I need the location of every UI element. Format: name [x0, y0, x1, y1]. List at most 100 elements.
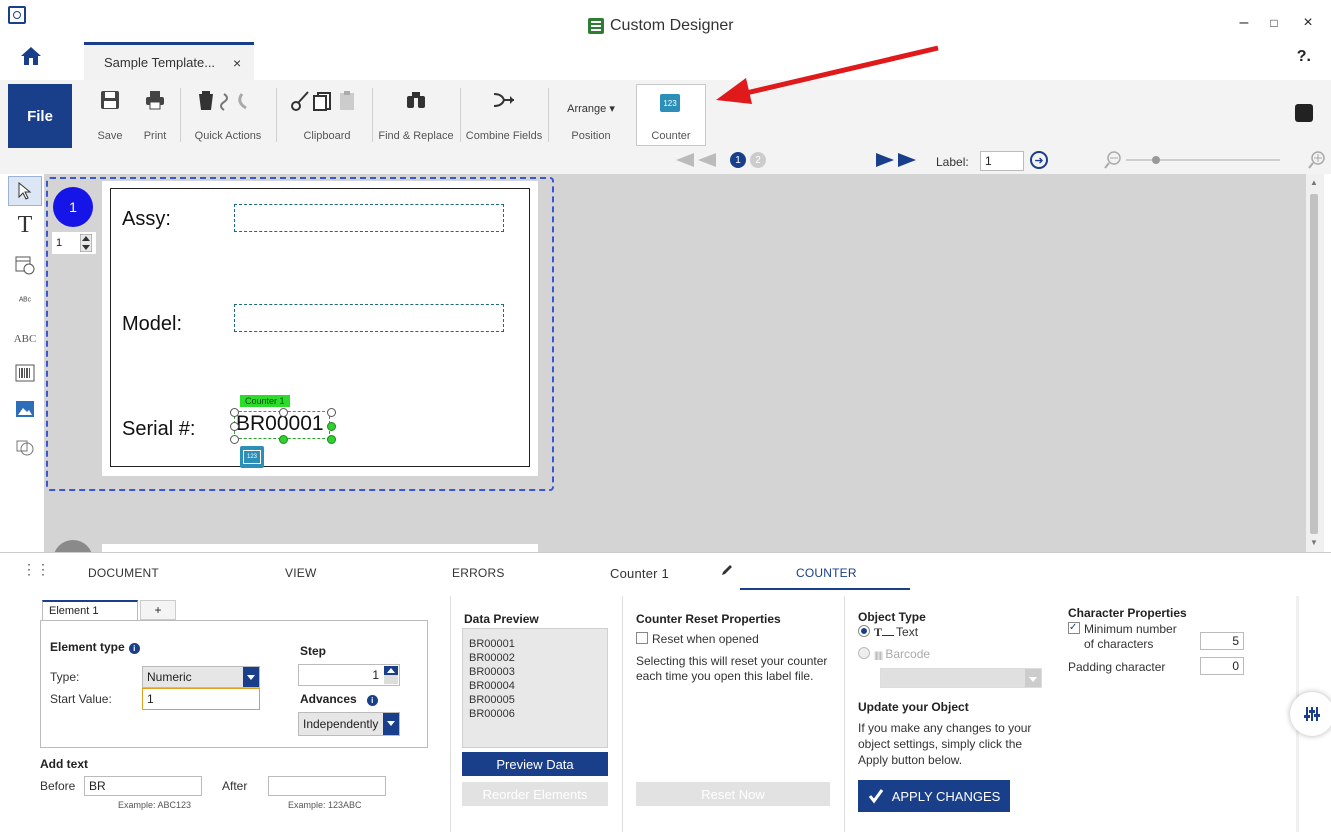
- resize-handle[interactable]: [230, 408, 239, 417]
- preview-data-button[interactable]: Preview Data: [462, 752, 608, 776]
- quick-actions-group[interactable]: Quick Actions: [186, 84, 270, 146]
- shape-tool-icon[interactable]: [8, 432, 42, 462]
- go-to-label-icon[interactable]: ➜: [1030, 151, 1048, 169]
- resize-handle[interactable]: [279, 408, 288, 417]
- list-item: BR00001: [469, 638, 515, 650]
- close-button[interactable]: ×: [1298, 14, 1318, 32]
- counter-object-badge[interactable]: 123: [240, 446, 264, 468]
- maximize-button[interactable]: □: [1264, 16, 1284, 30]
- before-text-input[interactable]: BR: [84, 776, 202, 796]
- tab-errors[interactable]: ERRORS: [452, 566, 505, 580]
- clipboard-group[interactable]: Clipboard: [282, 84, 372, 146]
- find-replace-button[interactable]: Find & Replace: [374, 84, 458, 146]
- select-pointer-icon[interactable]: [8, 176, 42, 206]
- reset-when-opened-checkbox[interactable]: Reset when opened: [636, 632, 759, 646]
- element-1-tab[interactable]: Element 1: [42, 600, 138, 620]
- reset-now-button[interactable]: Reset Now: [636, 782, 830, 806]
- minimum-chars-checkbox[interactable]: Minimum numberof characters: [1068, 620, 1177, 652]
- checkbox-checked-icon[interactable]: [1068, 620, 1080, 635]
- resize-handle[interactable]: [327, 435, 336, 444]
- drag-grip-icon[interactable]: ⋮⋮: [22, 562, 50, 576]
- settings-sliders-icon[interactable]: [1290, 692, 1331, 736]
- model-text-field[interactable]: [234, 304, 504, 332]
- barcode-tool-icon[interactable]: [8, 358, 42, 388]
- label-number-input[interactable]: 1: [980, 151, 1024, 171]
- barcode-radio[interactable]: |||||| Barcode: [858, 647, 930, 661]
- step-arrows-icon[interactable]: [384, 666, 398, 684]
- before-example: Example: ABC123: [118, 800, 192, 810]
- quick-actions-icons: [199, 91, 247, 111]
- active-tab-indicator: [740, 588, 910, 590]
- scrollbar-thumb[interactable]: [1310, 194, 1318, 534]
- min-chars-input[interactable]: 5: [1200, 632, 1244, 650]
- quick-print-icon[interactable]: [1295, 104, 1313, 122]
- help-icon[interactable]: ?.: [1297, 48, 1311, 66]
- assy-text-field[interactable]: [234, 204, 504, 232]
- scroll-down-icon[interactable]: ▼: [1310, 538, 1318, 547]
- stepper-arrows-icon[interactable]: [80, 234, 92, 252]
- ribbon-separator: [460, 88, 461, 142]
- character-properties-heading: Character Properties: [1068, 606, 1187, 620]
- tab-view[interactable]: VIEW: [285, 566, 316, 580]
- print-button[interactable]: Print: [135, 84, 175, 146]
- type-select[interactable]: Numeric: [142, 666, 260, 688]
- step-stepper[interactable]: 1: [298, 664, 400, 686]
- tab-counter[interactable]: COUNTER: [796, 566, 857, 580]
- advances-select[interactable]: Independently: [298, 712, 400, 736]
- tab-document[interactable]: DOCUMENT: [88, 566, 159, 580]
- panel-divider: [844, 596, 845, 832]
- text-radio[interactable]: T Text: [858, 625, 918, 640]
- page-2-button[interactable]: 2: [750, 152, 766, 168]
- resize-handle[interactable]: [230, 435, 239, 444]
- object-name[interactable]: Counter 1: [610, 566, 669, 581]
- first-prev-page-icons[interactable]: [674, 152, 720, 168]
- radio-icon[interactable]: [858, 647, 870, 659]
- apply-changes-button[interactable]: APPLY CHANGES: [858, 780, 1010, 812]
- document-tab-label: Sample Template...: [104, 55, 216, 70]
- save-button[interactable]: Save: [90, 84, 130, 146]
- model-label[interactable]: Model:: [122, 313, 182, 336]
- radio-icon[interactable]: [858, 625, 870, 637]
- panel-divider: [622, 596, 623, 832]
- info-icon[interactable]: i: [128, 643, 140, 654]
- home-icon[interactable]: [20, 46, 42, 66]
- date-time-tool-icon[interactable]: [8, 250, 42, 280]
- position-group[interactable]: Arrange ▾ Position: [552, 84, 630, 146]
- barcode-type-select[interactable]: [880, 668, 1042, 688]
- reorder-elements-button[interactable]: Reorder Elements: [462, 782, 608, 806]
- checkbox-icon[interactable]: [636, 632, 648, 644]
- close-tab-icon[interactable]: ×: [233, 55, 241, 71]
- arrange-dropdown[interactable]: Arrange ▾: [567, 102, 615, 115]
- document-tab[interactable]: Sample Template... ×: [84, 42, 254, 80]
- minimize-button[interactable]: –: [1234, 14, 1254, 32]
- combine-fields-label: Combine Fields: [465, 130, 543, 142]
- resize-handle[interactable]: [230, 422, 239, 431]
- info-icon[interactable]: i: [366, 695, 378, 706]
- pencil-edit-icon[interactable]: [720, 563, 734, 577]
- padding-character-input[interactable]: 0: [1200, 657, 1244, 675]
- text-tool-icon[interactable]: T: [8, 210, 42, 240]
- curved-text-tool-icon[interactable]: ᴬᴮᶜ: [8, 286, 42, 316]
- combine-fields-button[interactable]: Combine Fields: [462, 84, 546, 146]
- assy-label[interactable]: Assy:: [122, 208, 171, 231]
- window-title: Custom Designer: [610, 17, 734, 34]
- next-last-page-icons[interactable]: [874, 152, 920, 168]
- print-label: Print: [143, 130, 167, 142]
- scroll-up-icon[interactable]: ▲: [1310, 178, 1318, 187]
- advances-select-value: Independently: [303, 717, 379, 731]
- abc-text-tool-icon[interactable]: ABC: [8, 324, 42, 354]
- after-label: After: [222, 779, 248, 793]
- file-button[interactable]: File: [8, 84, 72, 148]
- serial-label[interactable]: Serial #:: [122, 418, 195, 441]
- resize-handle[interactable]: [327, 408, 336, 417]
- resize-handle[interactable]: [327, 422, 336, 431]
- page-1-button[interactable]: 1: [730, 152, 746, 168]
- zoom-slider[interactable]: [1104, 150, 1330, 170]
- image-tool-icon[interactable]: [8, 394, 42, 424]
- copies-stepper[interactable]: 1: [52, 232, 96, 254]
- barcode-mini-icon: ||||||: [874, 650, 883, 660]
- resize-handle[interactable]: [279, 435, 288, 444]
- after-text-input[interactable]: [268, 776, 386, 796]
- add-element-tab[interactable]: +: [140, 600, 176, 620]
- start-value-input[interactable]: 1: [142, 688, 260, 710]
